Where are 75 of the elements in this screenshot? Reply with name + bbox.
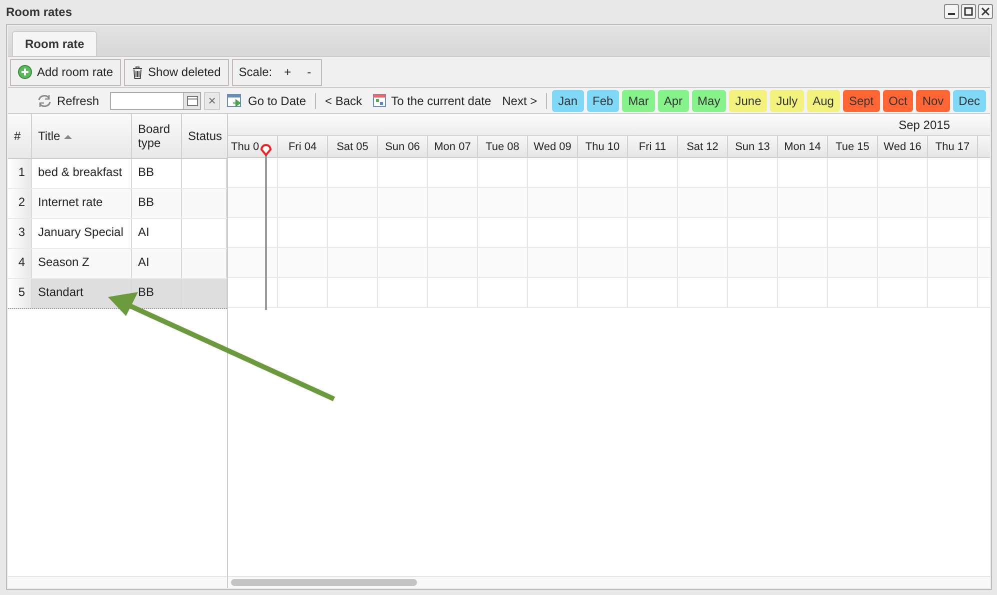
month-label: Sep 2015 xyxy=(898,118,950,132)
day-label: Mon 07 xyxy=(428,136,478,157)
month-button[interactable]: Nov xyxy=(916,90,950,112)
column-header[interactable]: Board type xyxy=(132,114,182,158)
table-row[interactable]: 5 Standart BB xyxy=(8,279,227,309)
table-cell: BB xyxy=(132,159,182,188)
day-label: Fri 11 xyxy=(628,136,678,157)
month-button[interactable]: May xyxy=(692,90,726,112)
table-row[interactable]: 1 bed & breakfast BB xyxy=(8,159,227,189)
day-label: Mon 14 xyxy=(778,136,828,157)
table-cell: bed & breakfast xyxy=(32,159,132,188)
add-icon xyxy=(18,65,32,79)
day-label: Fri 04 xyxy=(278,136,328,157)
row-number: 4 xyxy=(8,249,32,278)
add-button[interactable]: Add room rate xyxy=(10,58,122,86)
column-header[interactable]: Title xyxy=(32,114,132,158)
scale-label: Scale: xyxy=(238,65,272,79)
month-button[interactable]: Feb xyxy=(586,90,620,112)
next-button[interactable]: Next > xyxy=(498,94,542,108)
go-to-date-button[interactable]: Go to Date xyxy=(223,94,310,108)
tab[interactable]: Room rate xyxy=(12,31,98,56)
month-button[interactable]: Jan xyxy=(552,90,584,112)
day-label: Thu 17 xyxy=(928,136,978,157)
day-label: Tue 08 xyxy=(478,136,528,157)
day-label: Sat 05 xyxy=(328,136,378,157)
month-button[interactable]: Aug xyxy=(806,90,840,112)
day-label: Tue 15 xyxy=(828,136,878,157)
calendar-icon xyxy=(373,94,386,107)
close-icon xyxy=(981,7,990,16)
clear-button[interactable]: × xyxy=(204,92,220,110)
month-button[interactable]: Mar xyxy=(622,90,655,112)
back-button[interactable]: < Back xyxy=(321,94,366,108)
close-button[interactable] xyxy=(978,4,993,19)
date-field[interactable] xyxy=(110,92,201,110)
marker-icon xyxy=(260,143,272,156)
table-cell: AI xyxy=(132,249,182,278)
refresh-button[interactable]: Refresh xyxy=(32,94,103,108)
month-button[interactable]: July xyxy=(770,90,804,112)
maximize-button[interactable] xyxy=(961,4,976,19)
day-label: Sat 12 xyxy=(678,136,728,157)
day-label: Sun 06 xyxy=(378,136,428,157)
table-cell: AI xyxy=(132,219,182,248)
month-button[interactable]: Apr xyxy=(658,90,689,112)
day-label: Thu 10 xyxy=(578,136,628,157)
month-button[interactable]: Dec xyxy=(952,90,986,112)
refresh-icon xyxy=(36,94,52,108)
month-button[interactable]: Sept xyxy=(842,90,880,112)
calendar-icon[interactable] xyxy=(183,92,200,108)
table-row[interactable]: 2 Internet rate BB xyxy=(8,189,227,219)
minimize-button[interactable] xyxy=(944,4,959,19)
day-label: Wed 16 xyxy=(878,136,928,157)
table-row[interactable]: 3 January Special AI xyxy=(8,219,227,249)
zoom-out-button[interactable]: - xyxy=(303,65,316,79)
zoom-in-button[interactable]: + xyxy=(280,65,296,79)
table-cell: Season Z xyxy=(32,249,132,278)
table-cell: Internet rate xyxy=(32,189,132,218)
row-number: 2 xyxy=(8,189,32,218)
table-cell: January Special xyxy=(32,219,132,248)
day-label: Sun 13 xyxy=(728,136,778,157)
day-label: Wed 09 xyxy=(528,136,578,157)
current-date-button[interactable]: To the current date xyxy=(369,94,496,108)
horizontal-scrollbar[interactable] xyxy=(228,576,990,588)
row-number: 1 xyxy=(8,159,32,188)
show-deleted-button[interactable]: Show deleted xyxy=(124,58,229,86)
column-header[interactable]: # xyxy=(8,114,32,158)
table-cell: BB xyxy=(132,189,182,218)
month-button[interactable]: June xyxy=(729,90,768,112)
row-number: 5 xyxy=(8,279,32,308)
window-title: Room rates xyxy=(6,4,72,18)
maximize-icon xyxy=(964,7,973,16)
month-button[interactable]: Oct xyxy=(882,90,914,112)
table-row[interactable]: 4 Season Z AI xyxy=(8,249,227,279)
row-number: 3 xyxy=(8,219,32,248)
scrollbar-thumb[interactable] xyxy=(231,579,417,586)
trash-icon xyxy=(132,66,144,78)
